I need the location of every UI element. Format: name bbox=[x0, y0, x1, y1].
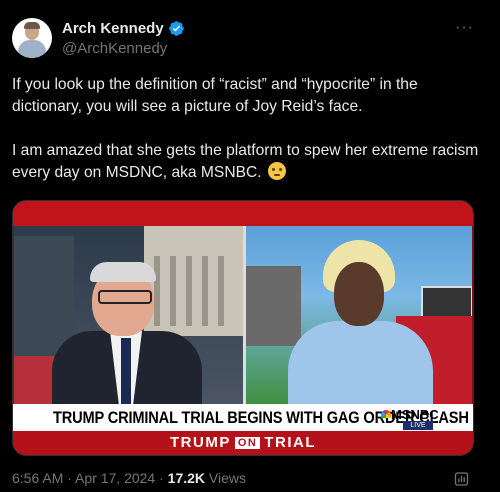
tweet-paragraph-2: I am amazed that she gets the platform t… bbox=[12, 140, 482, 184]
media-banner-top bbox=[13, 201, 473, 226]
tweet-paragraph-2-text: I am amazed that she gets the platform t… bbox=[12, 142, 479, 181]
verified-badge-icon bbox=[168, 21, 184, 36]
msnbc-logo-text: MSNBC bbox=[391, 407, 439, 422]
live-badge: LIVE bbox=[403, 421, 433, 430]
analytics-icon[interactable] bbox=[453, 471, 470, 487]
avatar[interactable] bbox=[12, 18, 52, 58]
tweet-meta: 6:56 AM · Apr 17, 2024 · 17.2K Views bbox=[12, 470, 246, 486]
author-row: Arch Kennedy bbox=[62, 20, 185, 37]
tweet-media-image[interactable]: TRUMP CRIMINAL TRIAL BEGINS WITH GAG ORD… bbox=[12, 200, 474, 456]
views-count: 17.2K bbox=[167, 470, 206, 486]
tweet-text: If you look up the definition of “racist… bbox=[12, 74, 482, 206]
peacock-icon bbox=[381, 410, 391, 418]
trial-left: TRUMP bbox=[170, 434, 231, 451]
trial-right: TRIAL bbox=[264, 434, 316, 451]
tweet: Arch Kennedy @ArchKennedy ··· If you loo… bbox=[0, 0, 500, 492]
left-video-panel bbox=[14, 226, 243, 404]
news-chyron: TRUMP CRIMINAL TRIAL BEGINS WITH GAG ORD… bbox=[13, 404, 473, 431]
face-with-rolling-eyes-emoji bbox=[267, 162, 286, 180]
views-label: Views bbox=[205, 470, 247, 486]
tweet-time[interactable]: 6:56 AM bbox=[12, 470, 63, 486]
trump-on-trial-bar: TRUMP ON TRIAL bbox=[13, 431, 473, 455]
trial-text: TRUMP ON TRIAL bbox=[13, 434, 473, 451]
meta-separator: · bbox=[155, 470, 168, 486]
more-dots-icon[interactable]: ··· bbox=[455, 19, 474, 37]
trial-on: ON bbox=[234, 437, 261, 449]
author-handle[interactable]: @ArchKennedy bbox=[62, 40, 167, 57]
tweet-date[interactable]: Apr 17, 2024 bbox=[75, 470, 155, 486]
author-name[interactable]: Arch Kennedy bbox=[62, 20, 164, 37]
right-video-panel bbox=[246, 226, 472, 404]
meta-separator: · bbox=[63, 470, 76, 486]
tweet-paragraph-1: If you look up the definition of “racist… bbox=[12, 76, 418, 115]
msnbc-logo: MSNBC LIVE bbox=[381, 407, 451, 430]
